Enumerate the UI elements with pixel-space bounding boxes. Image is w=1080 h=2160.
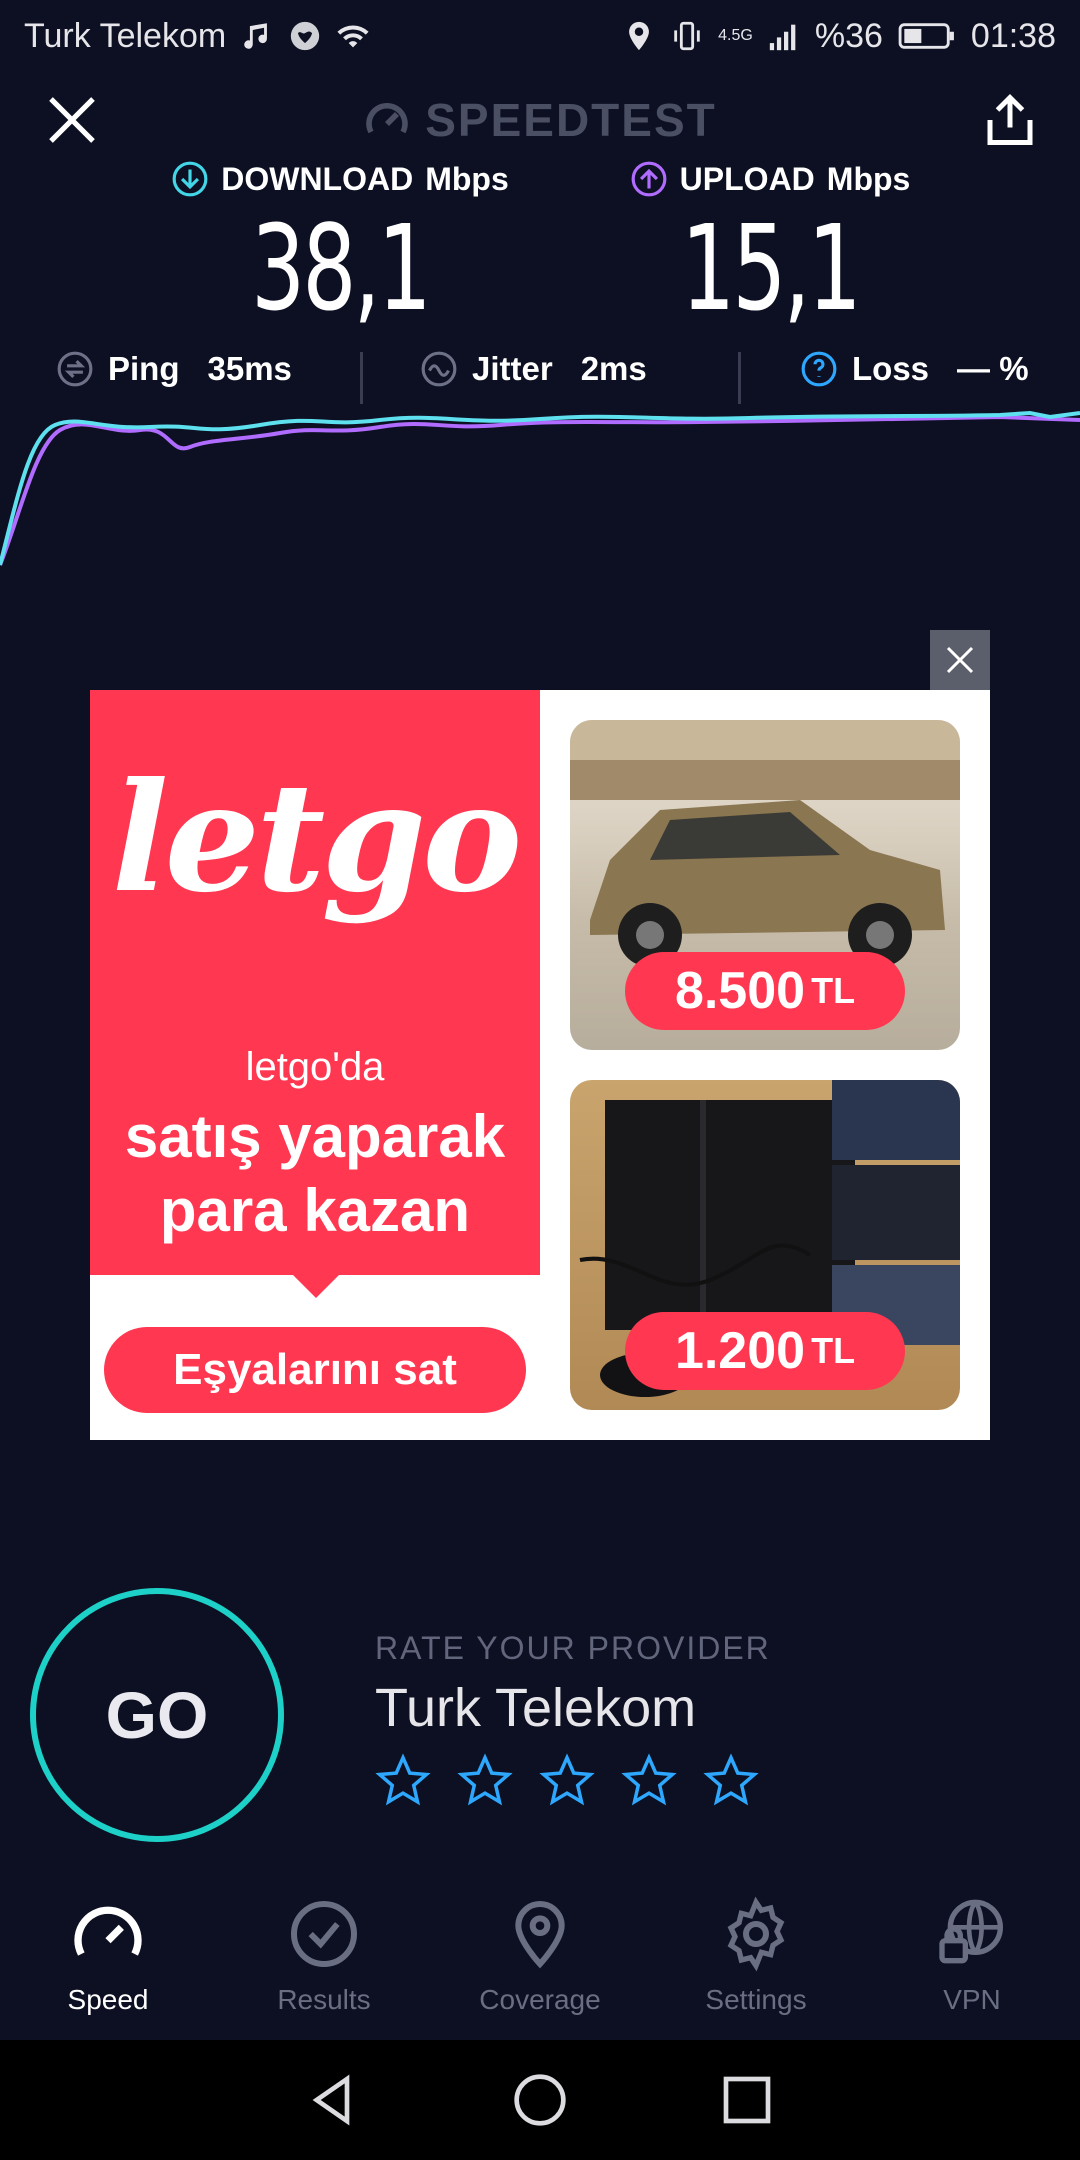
price-value: 1.200 xyxy=(674,1322,806,1380)
results-panel: DOWNLOAD Mbps 38,1 UPLOAD Mbps 15,1 xyxy=(0,160,1080,340)
ad-headline-line2: para kazan xyxy=(159,1177,471,1244)
location-icon xyxy=(629,21,650,51)
system-nav-bar xyxy=(0,2040,1080,2160)
advertisement[interactable]: letgo letgo'da satış yaparak para kazan … xyxy=(90,690,990,1440)
loss-value: — % xyxy=(957,350,1029,387)
ad-product-card[interactable]: 1.200 TL xyxy=(570,1080,960,1410)
tab-label: Settings xyxy=(705,1984,807,2015)
tab-vpn[interactable]: VPN xyxy=(864,1880,1080,2040)
header: SPEEDTEST xyxy=(0,80,1080,160)
tab-label: Coverage xyxy=(479,1984,601,2015)
go-button[interactable]: GO xyxy=(30,1588,284,1842)
signal-icon xyxy=(769,24,796,51)
tab-label: Results xyxy=(277,1984,371,2015)
vibrate-icon xyxy=(674,21,700,51)
ping-stat: Ping 35ms xyxy=(56,350,292,388)
loss-stat[interactable]: Loss — % xyxy=(800,350,1029,388)
price-value: 8.500 xyxy=(674,962,806,1020)
download-label: DOWNLOAD xyxy=(221,160,414,197)
ad-close-button[interactable] xyxy=(930,630,990,690)
network-type: 4.5G xyxy=(718,27,753,44)
star-icon[interactable] xyxy=(457,1753,513,1809)
tab-coverage[interactable]: Coverage xyxy=(432,1880,648,2040)
ad-promo-panel: letgo letgo'da satış yaparak para kazan … xyxy=(90,690,540,1440)
speed-graph xyxy=(0,410,1080,566)
help-icon[interactable] xyxy=(800,350,838,388)
stats-divider xyxy=(360,352,363,404)
upload-value: 15,1 xyxy=(681,199,862,337)
ad-subtitle: letgo'da xyxy=(245,1045,385,1089)
clock: 01:38 xyxy=(970,16,1056,55)
tab-label: Speed xyxy=(67,1984,149,2015)
battery-icon xyxy=(898,23,954,49)
price-currency: TL xyxy=(811,1330,856,1371)
price-currency: TL xyxy=(811,970,856,1011)
ping-value: 35ms xyxy=(207,350,292,387)
loss-label: Loss xyxy=(852,350,930,387)
rate-label: RATE YOUR PROVIDER xyxy=(375,1630,771,1666)
carrier-name: Turk Telekom xyxy=(24,16,227,55)
upload-unit: Mbps xyxy=(826,160,911,197)
back-icon[interactable] xyxy=(305,2072,361,2128)
ad-product-card[interactable]: 8.500 TL xyxy=(570,720,960,1050)
upload-metric: UPLOAD Mbps 15,1 xyxy=(580,160,960,328)
jitter-stat: Jitter 2ms xyxy=(420,350,647,388)
speedometer-logo-icon xyxy=(366,103,408,134)
close-icon[interactable] xyxy=(44,92,100,148)
star-icon[interactable] xyxy=(703,1753,759,1809)
bottom-tab-bar: Speed Results Coverage Settings VPN xyxy=(0,1880,1080,2040)
jitter-icon xyxy=(421,351,457,387)
star-icon[interactable] xyxy=(375,1753,431,1809)
gear-icon xyxy=(727,1896,785,1972)
app-badge-icon xyxy=(291,21,320,51)
ad-logo: letgo xyxy=(111,750,523,926)
jitter-label: Jitter xyxy=(472,350,553,387)
upload-arrow-icon xyxy=(631,161,667,197)
download-value: 38,1 xyxy=(251,199,432,337)
upload-graph-line xyxy=(0,414,1080,566)
ad-headline: satış yaparak para kazan xyxy=(90,1100,540,1248)
provider-name: Turk Telekom xyxy=(375,1678,697,1738)
wifi-icon xyxy=(337,25,369,48)
music-icon xyxy=(244,23,268,49)
ping-icon xyxy=(57,351,93,387)
recents-icon[interactable] xyxy=(719,2072,775,2128)
upload-label: UPLOAD xyxy=(679,160,815,197)
star-icon[interactable] xyxy=(539,1753,595,1809)
close-icon[interactable] xyxy=(930,630,990,690)
ad-pointer xyxy=(290,1272,342,1298)
ad-cta-button[interactable]: Eşyalarını sat xyxy=(104,1327,526,1413)
app-title: SPEEDTEST xyxy=(425,94,717,146)
globe-lock-icon xyxy=(939,1899,1003,1964)
location-pin-icon xyxy=(515,1901,565,1969)
brand: SPEEDTEST xyxy=(363,93,717,147)
battery-percent: %36 xyxy=(814,16,883,55)
tab-label: VPN xyxy=(943,1984,1001,2015)
tab-results[interactable]: Results xyxy=(216,1880,432,2040)
share-icon[interactable] xyxy=(980,90,1040,150)
ping-label: Ping xyxy=(108,350,180,387)
price-tag: 1.200 TL xyxy=(625,1312,905,1390)
rate-provider-section: RATE YOUR PROVIDER Turk Telekom xyxy=(375,1630,771,1809)
download-arrow-icon xyxy=(172,161,208,197)
tab-settings[interactable]: Settings xyxy=(648,1880,864,2040)
jitter-value: 2ms xyxy=(580,350,647,387)
status-bar: Turk Telekom 4.5G %36 01:38 xyxy=(0,0,1080,72)
star-icon[interactable] xyxy=(621,1753,677,1809)
tab-speed[interactable]: Speed xyxy=(0,1880,216,2040)
check-circle-icon xyxy=(291,1901,357,1967)
ad-headline-line1: satış yaparak xyxy=(124,1103,506,1170)
download-metric: DOWNLOAD Mbps 38,1 xyxy=(150,160,530,328)
home-icon[interactable] xyxy=(512,2072,568,2128)
stats-row: Ping 35ms Jitter 2ms Loss — % xyxy=(0,350,1080,410)
star-rating[interactable] xyxy=(375,1753,771,1809)
speedometer-icon xyxy=(74,1906,142,1956)
price-tag: 8.500 TL xyxy=(625,952,905,1030)
stats-divider xyxy=(738,352,741,404)
download-unit: Mbps xyxy=(425,160,509,197)
